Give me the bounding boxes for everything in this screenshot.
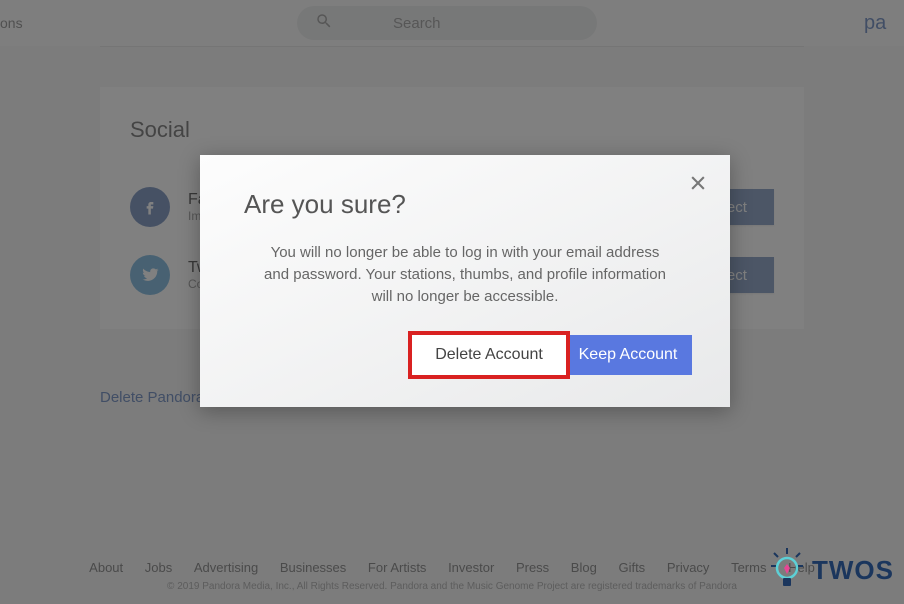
watermark: TWOS [768, 546, 894, 594]
delete-account-button[interactable]: Delete Account [408, 331, 570, 379]
watermark-text: TWOS [812, 555, 894, 586]
confirm-delete-modal: Are you sure? You will no longer be able… [200, 155, 730, 407]
modal-body-text: You will no longer be able to log in wit… [244, 242, 686, 307]
lightbulb-icon [768, 546, 806, 594]
modal-button-row: Delete Account Keep Account [408, 331, 692, 379]
modal-title: Are you sure? [244, 189, 686, 220]
keep-account-button[interactable]: Keep Account [564, 335, 692, 375]
close-icon[interactable] [688, 173, 708, 198]
